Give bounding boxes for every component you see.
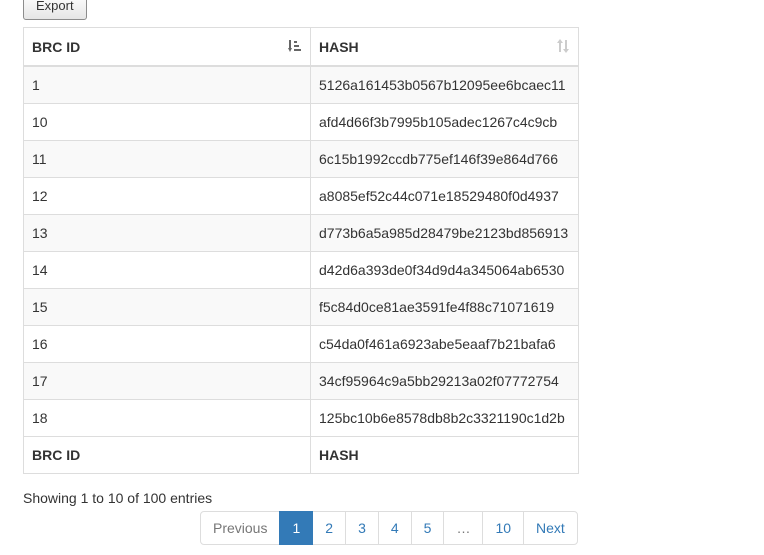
column-header-label: HASH [319, 38, 359, 55]
pagination: Previous 1 2 3 4 5 … 10 Next [200, 511, 578, 545]
column-header-label: BRC ID [32, 38, 81, 55]
column-header-brc-id[interactable]: BRC ID [23, 27, 311, 67]
sort-unsorted-icon [557, 39, 569, 53]
hash-cell: d42d6a393de0f34d9d4a345064ab6530 [310, 251, 579, 289]
brc-id-cell: 14 [23, 251, 311, 289]
brc-id-cell: 18 [23, 399, 311, 437]
brc-id-cell: 1 [23, 65, 311, 104]
footer-label-brc-id: BRC ID [23, 436, 311, 474]
hash-cell: 6c15b1992ccdb775ef146f39e864d766 [310, 140, 579, 178]
table-body: 1 5126a161453b0567b12095ee6bcaec11 10 af… [23, 65, 579, 437]
table-row: 14 d42d6a393de0f34d9d4a345064ab6530 [23, 251, 579, 289]
page-button-10[interactable]: 10 [482, 511, 525, 545]
hash-cell: a8085ef52c44c071e18529480f0d4937 [310, 177, 579, 215]
page: Export BRC ID HASH 1 5126a161453b0567b12… [0, 0, 764, 555]
table-row: 1 5126a161453b0567b12095ee6bcaec11 [23, 65, 579, 104]
column-header-hash[interactable]: HASH [310, 27, 579, 67]
hash-table: BRC ID HASH 1 5126a161453b0567b12095ee6b… [23, 27, 579, 474]
page-button-1[interactable]: 1 [279, 511, 314, 545]
brc-id-cell: 12 [23, 177, 311, 215]
table-row: 10 afd4d66f3b7995b105adec1267c4c9cb [23, 103, 579, 141]
table-info: Showing 1 to 10 of 100 entries [23, 490, 213, 506]
brc-id-cell: 17 [23, 362, 311, 400]
hash-cell: 34cf95964c9a5bb29213a02f07772754 [310, 362, 579, 400]
table-row: 11 6c15b1992ccdb775ef146f39e864d766 [23, 140, 579, 178]
page-button-5[interactable]: 5 [410, 511, 445, 545]
page-button-2[interactable]: 2 [312, 511, 347, 545]
hash-cell: 125bc10b6e8578db8b2c3321190c1d2b [310, 399, 579, 437]
hash-cell: 5126a161453b0567b12095ee6bcaec11 [310, 65, 579, 104]
brc-id-cell: 16 [23, 325, 311, 363]
next-page-button[interactable]: Next [523, 511, 578, 545]
previous-page-button[interactable]: Previous [200, 511, 281, 545]
brc-id-cell: 15 [23, 288, 311, 326]
table-row: 17 34cf95964c9a5bb29213a02f07772754 [23, 362, 579, 400]
sort-ascending-icon [288, 40, 301, 52]
page-button-4[interactable]: 4 [377, 511, 412, 545]
table-footer: BRC ID HASH [23, 436, 579, 474]
brc-id-cell: 11 [23, 140, 311, 178]
table-row: 15 f5c84d0ce81ae3591fe4f88c71071619 [23, 288, 579, 326]
page-button-3[interactable]: 3 [345, 511, 379, 545]
table-row: 18 125bc10b6e8578db8b2c3321190c1d2b [23, 399, 579, 437]
table-header: BRC ID HASH [23, 27, 579, 67]
brc-id-cell: 13 [23, 214, 311, 252]
hash-cell: f5c84d0ce81ae3591fe4f88c71071619 [310, 288, 579, 326]
hash-cell: afd4d66f3b7995b105adec1267c4c9cb [310, 103, 579, 141]
brc-id-cell: 10 [23, 103, 311, 141]
table-row: 12 a8085ef52c44c071e18529480f0d4937 [23, 177, 579, 215]
page-ellipsis: … [443, 511, 484, 545]
hash-cell: c54da0f461a6923abe5eaaf7b21bafa6 [310, 325, 579, 363]
export-button[interactable]: Export [23, 0, 87, 20]
hash-cell: d773b6a5a985d28479be2123bd856913 [310, 214, 579, 252]
table-row: 16 c54da0f461a6923abe5eaaf7b21bafa6 [23, 325, 579, 363]
footer-label-hash: HASH [310, 436, 579, 474]
table-row: 13 d773b6a5a985d28479be2123bd856913 [23, 214, 579, 252]
